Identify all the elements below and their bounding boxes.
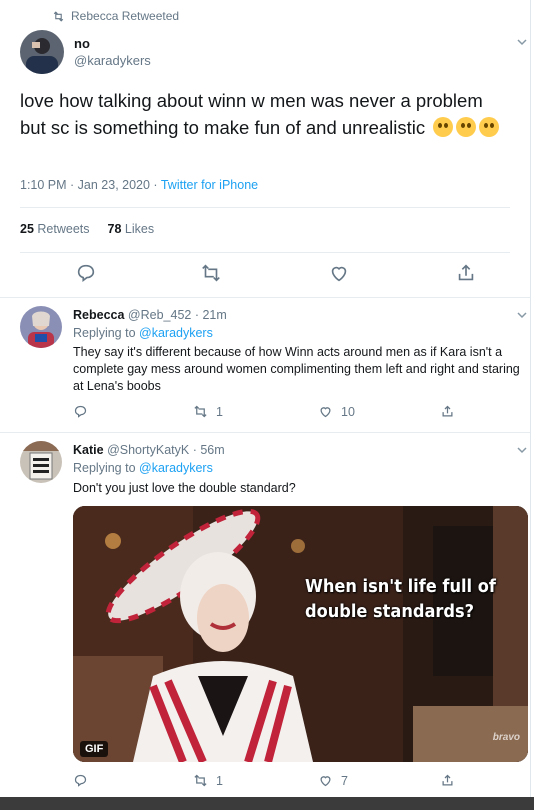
face-with-raised-eyebrow-icon xyxy=(479,117,500,137)
share-button[interactable] xyxy=(440,773,455,788)
tweet-action-bar xyxy=(20,262,490,286)
retweets-label: Retweets xyxy=(37,222,90,236)
like-button[interactable]: 10 xyxy=(318,404,355,419)
reply-tweet[interactable]: Rebecca @Reb_452 · 21m Replying to @kara… xyxy=(0,297,530,432)
share-button[interactable] xyxy=(440,404,455,419)
meta-separator: · xyxy=(149,178,161,192)
gif-caption-line: When isn't life full of xyxy=(305,576,496,597)
replying-to-label: Replying to xyxy=(73,461,140,475)
author-name[interactable]: no xyxy=(74,36,90,51)
tweet-source-link[interactable]: Twitter for iPhone xyxy=(161,178,258,192)
replying-to: Replying to @karadykers xyxy=(73,461,213,475)
gif-media[interactable]: When isn't life full of double standards… xyxy=(73,506,528,762)
like-count: 7 xyxy=(341,773,348,788)
retweet-icon xyxy=(53,10,64,22)
flushed-face-icon xyxy=(433,117,454,137)
tweet-timestamp[interactable]: 1:10 PM · Jan 23, 2020 xyxy=(20,178,150,192)
reply-action-bar: 1 7 xyxy=(73,773,493,791)
retweet-icon xyxy=(194,774,207,787)
retweet-button[interactable]: 1 xyxy=(193,404,223,419)
reply-icon[interactable] xyxy=(75,262,97,284)
reply-header: Rebecca @Reb_452 · 21m xyxy=(73,308,227,322)
reply-button[interactable] xyxy=(73,404,88,419)
reply-icon xyxy=(74,774,87,787)
like-button[interactable]: 7 xyxy=(318,773,348,788)
retweets-stat[interactable]: 25 Retweets xyxy=(20,222,90,236)
divider xyxy=(20,252,510,253)
chevron-down-icon[interactable] xyxy=(516,36,528,48)
replying-to-handle[interactable]: @karadykers xyxy=(139,326,213,340)
likes-stat[interactable]: 78 Likes xyxy=(108,222,155,236)
reply-icon xyxy=(74,405,87,418)
reply-author-name[interactable]: Katie xyxy=(73,443,104,457)
share-icon xyxy=(442,405,453,417)
likes-label: Likes xyxy=(124,222,155,236)
like-count: 10 xyxy=(341,404,355,419)
retweet-button[interactable]: 1 xyxy=(193,773,223,788)
replying-to-label: Replying to xyxy=(73,326,140,340)
reply-header: Katie @ShortyKatyK · 56m xyxy=(73,443,225,457)
reply-avatar[interactable] xyxy=(20,306,62,348)
retweet-count: 1 xyxy=(216,404,223,419)
author-avatar[interactable] xyxy=(20,30,64,74)
gif-frame-image xyxy=(73,506,528,762)
bravo-watermark: bravo xyxy=(492,732,520,743)
share-icon[interactable] xyxy=(455,262,477,284)
reply-time[interactable]: · 21m xyxy=(191,308,227,322)
gif-caption: When isn't life full of double standards… xyxy=(305,574,496,624)
tweet-text-body: love how talking about winn w men was ne… xyxy=(20,90,483,138)
reply-text: Don't you just love the double standard? xyxy=(73,481,296,495)
divider xyxy=(20,207,510,208)
tweet-meta: 1:10 PM · Jan 23, 2020 · Twitter for iPh… xyxy=(20,178,258,192)
retweet-icon xyxy=(194,405,207,418)
reply-author-handle[interactable]: @ShortyKatyK xyxy=(107,443,189,457)
like-heart-icon[interactable] xyxy=(328,262,350,284)
replying-to-handle[interactable]: @karadykers xyxy=(139,461,213,475)
window-bottom-edge xyxy=(0,797,534,810)
retweet-header: Rebecca Retweeted xyxy=(52,9,179,23)
like-heart-icon xyxy=(320,407,331,418)
retweet-header-label[interactable]: Rebecca Retweeted xyxy=(71,9,179,23)
reply-action-bar: 1 10 xyxy=(73,404,493,422)
tweet-text: love how talking about winn w men was ne… xyxy=(20,87,510,141)
share-icon xyxy=(442,774,453,786)
chevron-down-icon[interactable] xyxy=(516,444,528,456)
reply-text: They say it's different because of how W… xyxy=(73,345,520,393)
retweet-icon[interactable] xyxy=(200,262,222,284)
reply-author-handle[interactable]: @Reb_452 xyxy=(128,308,191,322)
retweet-count: 1 xyxy=(216,773,223,788)
tweet-thread-page: Rebecca Retweeted no @karadykers love ho… xyxy=(0,0,531,797)
retweets-count: 25 xyxy=(20,222,34,236)
chevron-down-icon[interactable] xyxy=(516,309,528,321)
replying-to: Replying to @karadykers xyxy=(73,326,213,340)
reply-avatar[interactable] xyxy=(20,441,62,483)
reply-time[interactable]: · 56m xyxy=(189,443,225,457)
face-with-monocle-icon xyxy=(456,117,477,137)
gif-caption-line: double standards? xyxy=(305,601,475,622)
likes-count: 78 xyxy=(107,222,122,236)
reply-author-name[interactable]: Rebecca xyxy=(73,308,124,322)
tweet-stats: 25 Retweets 78 Likes xyxy=(20,222,154,236)
reply-button[interactable] xyxy=(73,773,88,788)
like-heart-icon xyxy=(320,776,331,787)
gif-badge: GIF xyxy=(80,741,109,757)
author-handle[interactable]: @karadykers xyxy=(74,53,151,68)
